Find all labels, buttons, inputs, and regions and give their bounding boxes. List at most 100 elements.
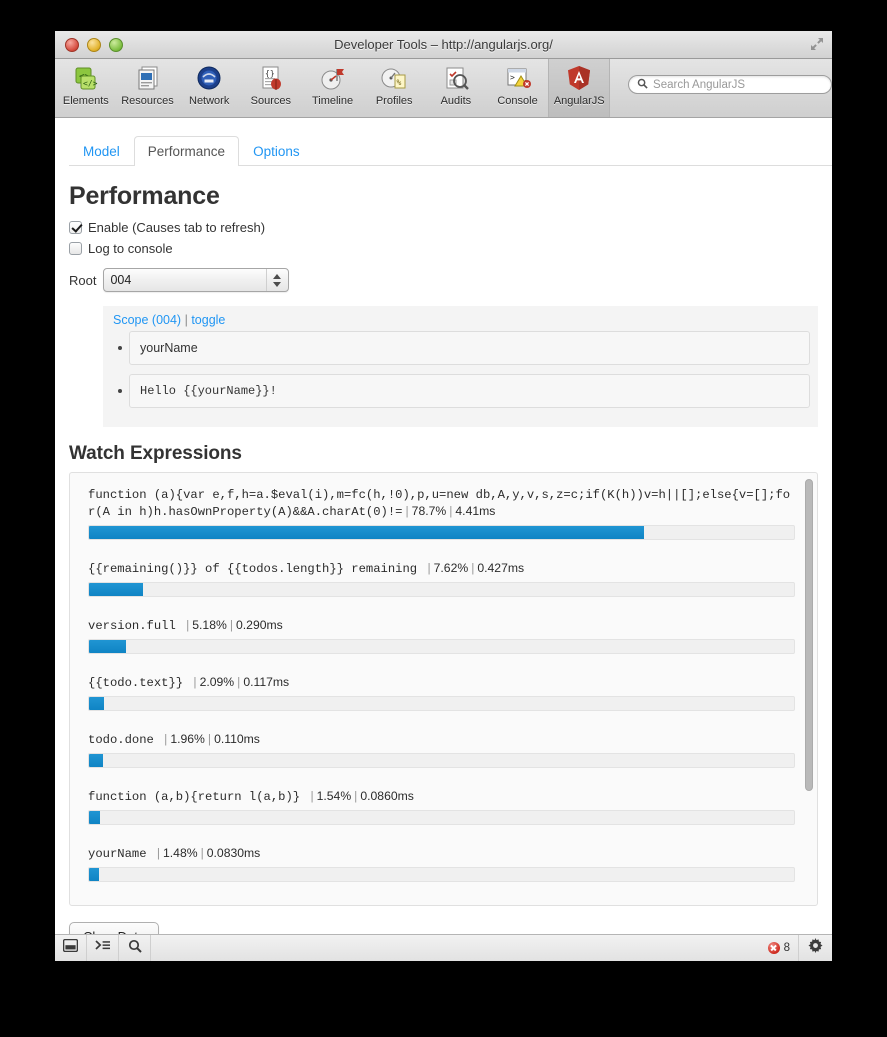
tab-options[interactable]: Options xyxy=(239,136,314,166)
panel-button-timeline[interactable]: Timeline xyxy=(302,59,364,117)
scope-panel: Scope (004) | toggle yourName Hello {{yo… xyxy=(103,306,818,427)
performance-tab-content: Performance Enable (Causes tab to refres… xyxy=(55,166,832,934)
svg-text:%: % xyxy=(397,78,402,87)
watch-percent: 1.96% xyxy=(170,732,205,746)
watch-progress-track xyxy=(88,753,795,768)
watch-progress-track xyxy=(88,867,795,882)
watch-expression-text: {{todo.text}} xyxy=(88,676,184,690)
toolbar-search xyxy=(628,75,832,94)
fullscreen-icon[interactable] xyxy=(810,37,824,51)
bullet-icon xyxy=(111,374,129,408)
clear-data-button[interactable]: Clear Data xyxy=(69,922,160,934)
panel-button-sources[interactable]: {} Sources xyxy=(240,59,302,117)
window-controls xyxy=(65,38,123,52)
svg-text:>: > xyxy=(510,73,515,82)
scope-title-link[interactable]: Scope (004) xyxy=(113,313,181,327)
watch-expression-meta: | 78.7% | 4.41ms xyxy=(405,504,496,518)
tab-label: Model xyxy=(83,144,120,159)
panel-button-console[interactable]: > ! Console xyxy=(487,59,549,117)
panel-label: Timeline xyxy=(311,95,354,107)
watch-progress-track xyxy=(88,582,795,597)
watch-progress-fill xyxy=(89,697,104,710)
resources-icon xyxy=(133,64,163,94)
watch-expression-meta: | 1.48% | 0.0830ms xyxy=(156,846,261,860)
panel-label: AngularJS xyxy=(553,95,605,107)
root-select-value: 004 xyxy=(110,273,132,287)
search-icon xyxy=(637,76,648,94)
stepper-arrows-icon[interactable] xyxy=(266,269,284,291)
arrow-down-icon xyxy=(273,281,282,287)
log-to-console-checkbox[interactable] xyxy=(69,242,82,255)
search-box[interactable] xyxy=(628,75,832,94)
dock-panel-button[interactable] xyxy=(55,935,87,961)
watch-expressions-panel: function (a){var e,f,h=a.$eval(i),m=fc(h… xyxy=(69,472,818,906)
enable-checkbox-row[interactable]: Enable (Causes tab to refresh) xyxy=(69,220,818,235)
watch-time: 4.41ms xyxy=(455,504,496,518)
timeline-icon xyxy=(318,64,348,94)
list-item: yourName | 1.48% | 0.0830ms xyxy=(88,845,795,882)
root-selector-row: Root 004 xyxy=(69,268,818,292)
watch-expression-meta: | 2.09% | 0.117ms xyxy=(193,675,290,689)
watch-time: 0.0860ms xyxy=(360,789,414,803)
search-input[interactable] xyxy=(651,77,824,92)
tab-performance[interactable]: Performance xyxy=(133,136,240,166)
settings-button[interactable] xyxy=(798,935,832,961)
status-bar-spacer xyxy=(151,935,760,961)
watch-progress-fill xyxy=(89,811,100,824)
watch-percent: 1.48% xyxy=(163,846,198,860)
search-button[interactable] xyxy=(119,935,151,961)
watch-expression-row: {{todo.text}} | 2.09% | 0.117ms xyxy=(88,674,795,691)
watch-expression-text: done-{{todo.done}} xyxy=(88,904,220,905)
console-icon: > ! xyxy=(503,64,533,94)
panel-button-audits[interactable]: Audits xyxy=(425,59,487,117)
scope-item-value[interactable]: Hello {{yourName}}! xyxy=(129,374,810,408)
watch-expression-row: function (a,b){return l(a,b)} | 1.54% | 0.0… xyxy=(88,788,795,805)
scope-list: yourName Hello {{yourName}}! xyxy=(111,331,810,408)
zoom-button[interactable] xyxy=(109,38,123,52)
error-count-indicator[interactable]: 8 xyxy=(760,935,798,961)
watch-expression-row: {{remaining()}} of {{todos.length}} rema… xyxy=(88,560,795,577)
watch-percent: 0.893% xyxy=(236,903,277,905)
watch-expression-row: todo.done | 1.96% | 0.110ms xyxy=(88,731,795,748)
list-item: done-{{todo.done}} |0.893%|0.0500ms xyxy=(88,902,795,905)
watch-expression-meta: | 1.54% | 0.0860ms xyxy=(310,789,414,803)
watch-time: 0.117ms xyxy=(243,675,290,689)
watch-progress-track xyxy=(88,639,795,654)
panel-button-elements[interactable]: <> </> Elements xyxy=(55,59,117,117)
watch-scrollbar[interactable] xyxy=(805,479,813,879)
devtools-window: Developer Tools – http://angularjs.org/ … xyxy=(55,31,832,961)
watch-expression-meta: | 5.18% | 0.290ms xyxy=(186,618,283,632)
watch-expression-text: yourName xyxy=(88,847,147,861)
panel-button-angularjs[interactable]: AngularJS xyxy=(548,59,611,117)
audits-icon xyxy=(441,64,471,94)
list-item: yourName xyxy=(111,331,810,365)
enable-checkbox[interactable] xyxy=(69,221,82,234)
panel-button-profiles[interactable]: % Profiles xyxy=(363,59,425,117)
watch-percent: 7.62% xyxy=(433,561,469,575)
panel-label: Elements xyxy=(62,95,109,107)
scope-toggle-link[interactable]: toggle xyxy=(191,313,225,327)
panel-label: Profiles xyxy=(375,95,413,107)
watch-expression-meta: |0.893%|0.0500ms xyxy=(227,903,340,905)
panel-button-resources[interactable]: Resources xyxy=(117,59,179,117)
watch-expression-text: todo.done xyxy=(88,733,154,747)
watch-expression-meta: | 7.62% | 0.427ms xyxy=(427,561,525,575)
arrow-up-icon xyxy=(273,273,282,279)
root-select[interactable]: 004 xyxy=(103,268,290,292)
panel-button-network[interactable]: Network xyxy=(178,59,240,117)
console-drawer-button[interactable] xyxy=(87,935,119,961)
watch-progress-track xyxy=(88,696,795,711)
watch-expression-text: {{remaining()}} of {{todos.length}} rema… xyxy=(88,562,418,576)
watch-progress-fill xyxy=(89,526,644,539)
error-icon xyxy=(767,942,780,954)
log-to-console-checkbox-row[interactable]: Log to console xyxy=(69,241,818,256)
watch-scrollbar-thumb[interactable] xyxy=(805,479,813,791)
list-item: function (a){var e,f,h=a.$eval(i),m=fc(h… xyxy=(88,487,795,540)
minimize-button[interactable] xyxy=(87,38,101,52)
scope-item-value[interactable]: yourName xyxy=(129,331,810,365)
list-item: {{remaining()}} of {{todos.length}} rema… xyxy=(88,560,795,597)
tab-model[interactable]: Model xyxy=(69,136,134,166)
console-prompt-icon xyxy=(94,939,111,957)
watch-progress-fill xyxy=(89,754,103,767)
close-button[interactable] xyxy=(65,38,79,52)
